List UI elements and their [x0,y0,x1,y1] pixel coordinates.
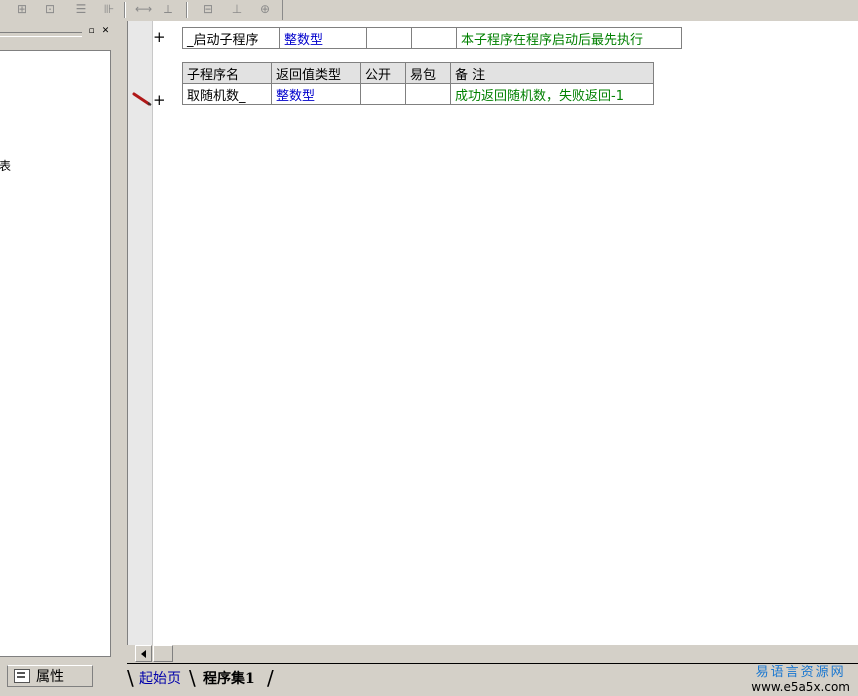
fit-both-icon[interactable]: ⊕ [257,1,273,17]
fit-width-icon[interactable]: ⊟ [200,1,216,17]
startup-public-cell[interactable] [366,27,412,49]
table-row: 取随机数_ 整数型 成功返回随机数，失败返回-1 [182,83,654,105]
editor-gutter [128,21,153,645]
sub-type-cell[interactable]: 整数型 [271,83,361,105]
toolbar-separator [186,2,188,18]
properties-tab-label: 属性 [36,669,64,685]
table-insert-icon[interactable]: ⊞ [14,1,30,17]
header-note: 备 注 [450,62,654,84]
tree-item-partial[interactable]: 表 [0,157,11,174]
tab-edge: \ [189,666,196,690]
width-equal-icon[interactable]: ⟷ [135,1,152,17]
table-toolbar: ⊞ ⊡ ☰ ⊪ ⟷ ⟂ ⊟ ⊥ ⊕ [0,0,858,21]
tab-edge: / [267,666,274,690]
scroll-track[interactable] [153,645,173,662]
expand-sub-button[interactable]: + [153,92,166,108]
expand-startup-button[interactable]: + [153,29,166,45]
table-header-row: 子程序名 返回值类型 公开 易包 备 注 [182,62,654,84]
properties-tab[interactable]: 属性 [7,665,93,687]
sub-public-cell[interactable] [360,83,406,105]
watermark-title: 易语言资源网 [755,665,846,680]
sub-name-cell[interactable]: 取随机数_ [182,83,272,105]
panel-grip[interactable] [0,32,82,37]
startup-sub-table: _启动子程序 整数型 本子程序在程序启动后最先执行 [182,27,682,49]
table-split-icon[interactable]: ⊡ [42,1,58,17]
tab-start-page[interactable]: 起始页 [139,668,181,690]
sub-note-cell[interactable]: 成功返回随机数，失败返回-1 [450,83,654,105]
tab-edge: \ [127,666,134,690]
startup-name-cell[interactable]: _启动子程序 [182,27,280,49]
sub-package-cell[interactable] [405,83,451,105]
header-name: 子程序名 [182,62,272,84]
table-merge-icon[interactable]: ☰ [73,1,89,17]
table-row: _启动子程序 整数型 本子程序在程序启动后最先执行 [182,27,682,49]
toolbar-separator [124,2,126,18]
header-public: 公开 [360,62,406,84]
pencil-icon [132,92,152,106]
horizontal-scrollbar[interactable] [127,645,858,663]
toolbar-end [282,0,283,20]
fit-height-icon[interactable]: ⊥ [229,1,245,17]
startup-note-cell[interactable]: 本子程序在程序启动后最先执行 [456,27,682,49]
code-editor[interactable]: + + _启动子程序 整数型 本子程序在程序启动后最先执行 子程序名 返回值类型… [127,21,858,645]
watermark-url: www.e5a5x.com [751,680,850,694]
table-align-icon[interactable]: ⊪ [101,1,117,17]
watermark: 易语言资源网 www.e5a5x.com [751,665,850,695]
header-package: 易包 [405,62,451,84]
workspace-tree[interactable]: 表 [0,50,111,657]
startup-package-cell[interactable] [411,27,457,49]
scroll-left-button[interactable] [135,645,152,662]
startup-type-cell[interactable]: 整数型 [279,27,367,49]
sub-table: 子程序名 返回值类型 公开 易包 备 注 取随机数_ 整数型 成功返回随机数，失… [182,62,654,105]
height-equal-icon[interactable]: ⟂ [160,1,176,17]
workspace-panel: ▫ ✕ 表 [0,21,121,661]
document-tabbar: \ 起始页 \ 程序集1 / 易语言资源网 www.e5a5x.com [127,663,858,696]
properties-icon [14,669,30,683]
header-return-type: 返回值类型 [271,62,361,84]
tab-program-set-1[interactable]: 程序集1 [203,668,255,690]
restore-icon[interactable]: ▫ [86,26,97,37]
close-icon[interactable]: ✕ [100,26,111,37]
